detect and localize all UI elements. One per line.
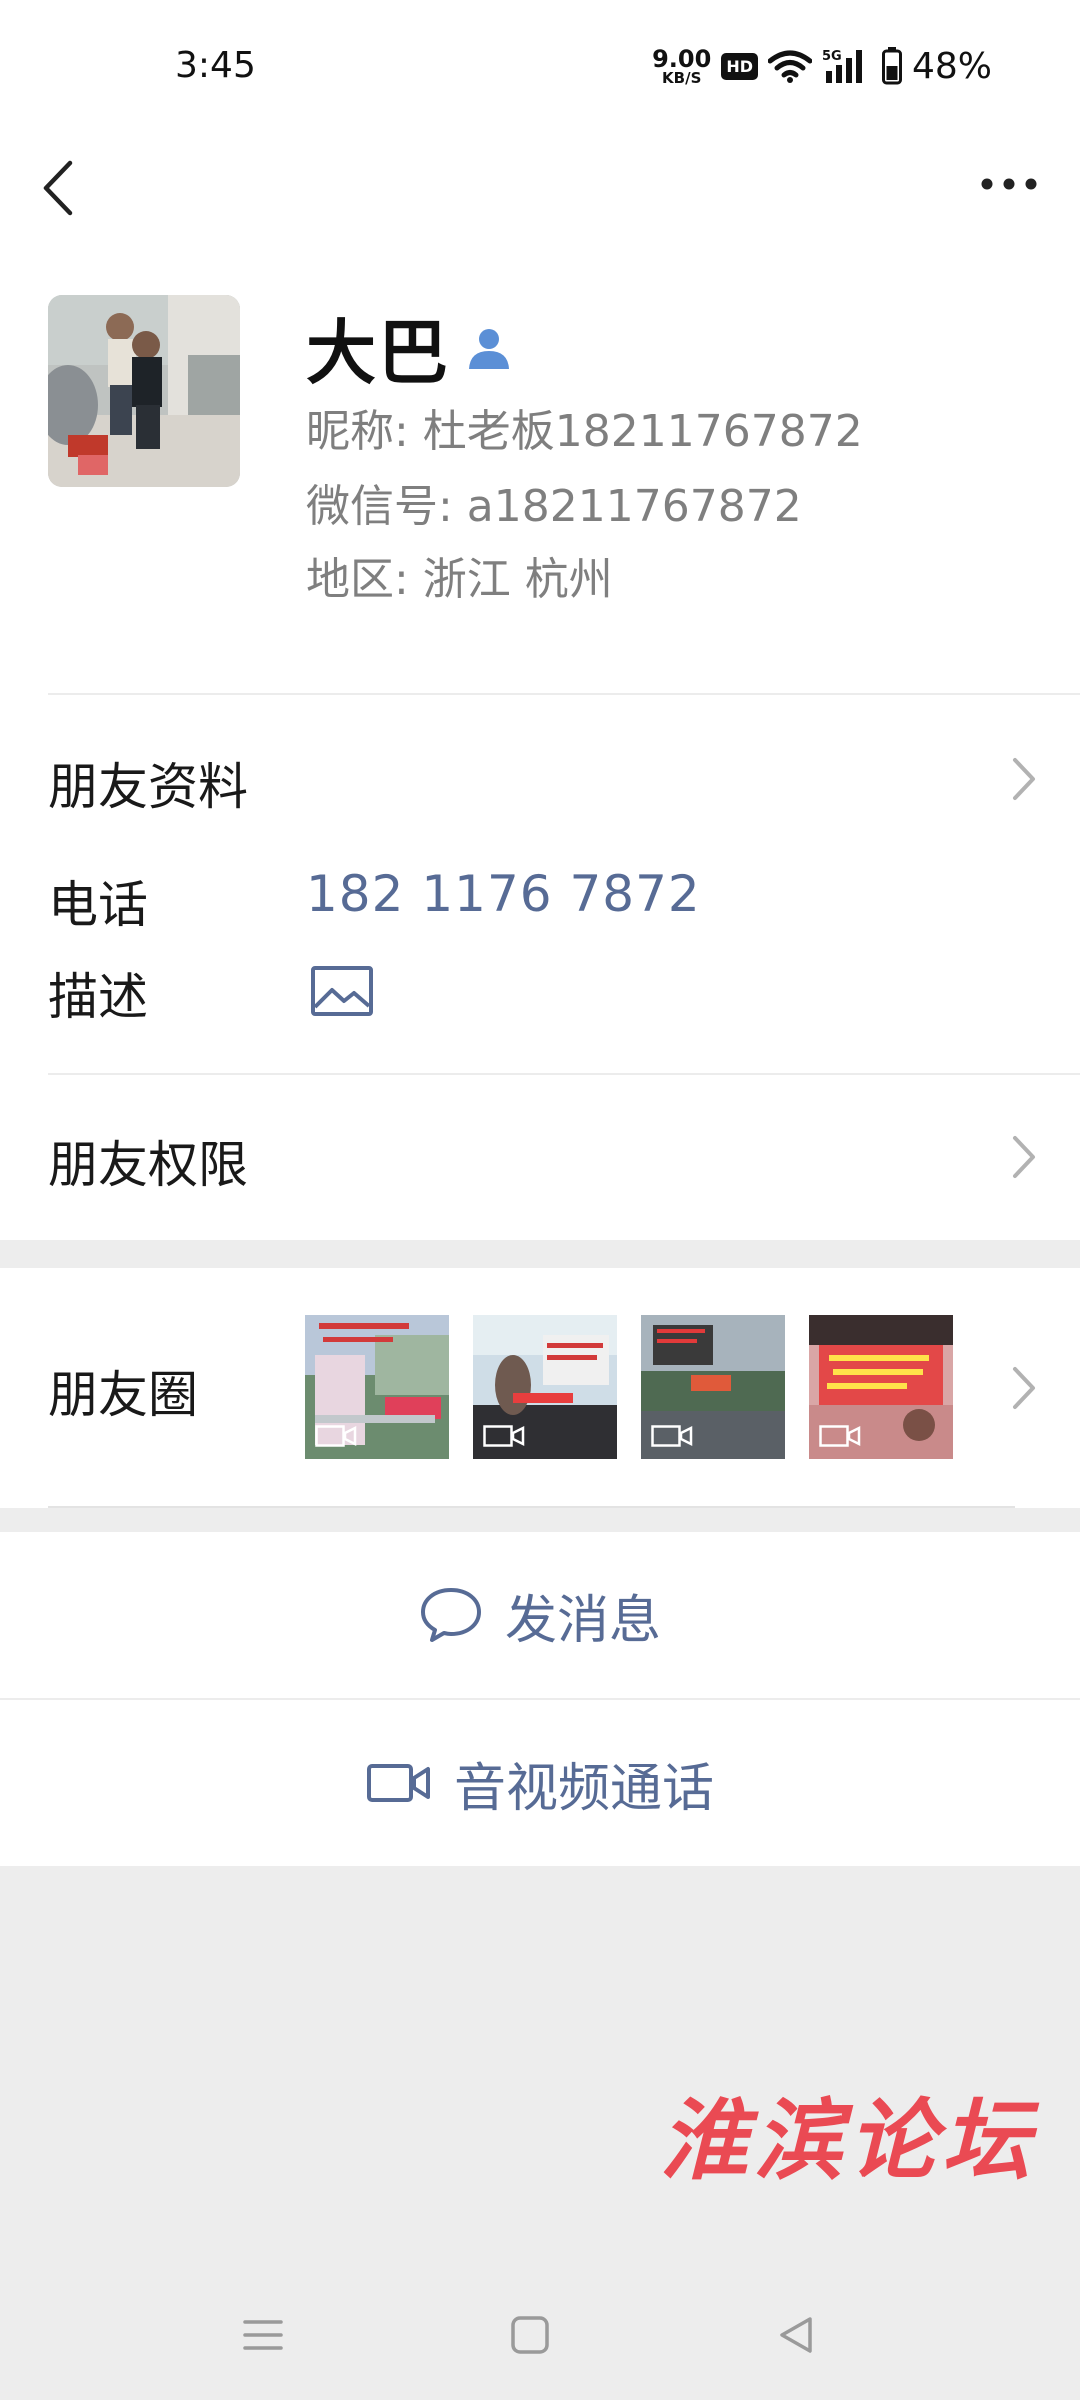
name-row: 大巴 xyxy=(306,297,512,398)
profile-header: 大巴 昵称: 杜老板18211767872 微信号: a18211767872 … xyxy=(0,275,1080,695)
forum-watermark: 淮滨论坛 xyxy=(660,2088,1037,2192)
battery-percentage: 48% xyxy=(911,45,992,87)
video-icon xyxy=(819,1425,861,1447)
moment-thumbnail[interactable] xyxy=(641,1315,785,1459)
hd-badge: HD xyxy=(721,52,758,80)
divider xyxy=(48,1073,1080,1075)
status-time: 3:45 xyxy=(175,45,256,86)
system-navigation-bar xyxy=(0,2295,1080,2375)
moments-row[interactable]: 朋友圈 xyxy=(0,1268,1080,1508)
friend-info-section: 朋友资料 电话 182 1176 7872 描述 朋友权限 xyxy=(0,695,1080,1240)
moments-label: 朋友圈 xyxy=(48,1366,198,1424)
menu-icon[interactable] xyxy=(233,2305,293,2365)
av-call-label: 音视频通话 xyxy=(453,1758,714,1819)
wifi-icon xyxy=(767,50,812,83)
contact-profile-page: 3:45 9.00 KB/S HD 5G 48% 大巴 昵称: 杜老板18211… xyxy=(0,0,1080,2400)
video-icon xyxy=(315,1425,357,1447)
contact-name: 大巴 xyxy=(306,312,450,394)
friend-profile-row[interactable]: 朋友资料 xyxy=(48,747,248,819)
description-label: 描述 xyxy=(48,968,148,1026)
more-dots-icon xyxy=(981,178,1037,190)
chevron-right-icon xyxy=(1013,758,1035,800)
phone-label: 电话 xyxy=(48,876,148,934)
moment-thumbnail[interactable] xyxy=(809,1315,953,1459)
top-navigation xyxy=(0,135,1080,275)
chevron-left-icon xyxy=(43,160,73,216)
image-icon[interactable] xyxy=(310,965,374,1017)
network-speed-value: 9.00 xyxy=(652,44,712,73)
avatar-photo xyxy=(48,295,240,487)
back-triangle-icon[interactable] xyxy=(766,2305,826,2365)
divider xyxy=(48,1506,1015,1508)
avatar[interactable] xyxy=(48,295,240,487)
verified-user-icon xyxy=(469,328,509,369)
video-icon xyxy=(483,1425,525,1447)
more-options-button[interactable] xyxy=(960,145,1060,225)
video-icon xyxy=(651,1425,693,1447)
back-button[interactable] xyxy=(34,145,98,225)
cellular-signal-icon: 5G xyxy=(822,49,862,83)
network-type-label: 5G xyxy=(822,49,842,64)
chevron-right-icon xyxy=(1013,1136,1035,1178)
status-bar: 3:45 9.00 KB/S HD 5G 48% xyxy=(0,0,1080,135)
home-square-icon[interactable] xyxy=(500,2305,560,2365)
nickname-line: 昵称: 杜老板18211767872 xyxy=(306,406,863,457)
av-call-button[interactable]: 音视频通话 xyxy=(0,1700,1080,1866)
video-camera-icon xyxy=(366,1764,430,1802)
phone-number[interactable]: 182 1176 7872 xyxy=(306,865,701,923)
moment-thumbnail[interactable] xyxy=(305,1315,449,1459)
moments-thumbnails xyxy=(305,1315,953,1459)
wechat-id-line: 微信号: a18211767872 xyxy=(306,481,802,532)
status-indicators: 9.00 KB/S HD 5G 48% xyxy=(652,42,992,90)
region-line: 地区: 浙江 杭州 xyxy=(306,554,613,605)
network-speed: 9.00 KB/S xyxy=(652,47,711,86)
chevron-right-icon xyxy=(1013,1367,1035,1409)
battery-icon xyxy=(881,47,902,85)
network-speed-unit: KB/S xyxy=(662,68,702,87)
chat-bubble-icon xyxy=(420,1588,481,1642)
friend-permissions-row[interactable]: 朋友权限 xyxy=(48,1125,248,1197)
send-message-label: 发消息 xyxy=(504,1590,661,1651)
moment-thumbnail[interactable] xyxy=(473,1315,617,1459)
send-message-button[interactable]: 发消息 xyxy=(0,1532,1080,1698)
